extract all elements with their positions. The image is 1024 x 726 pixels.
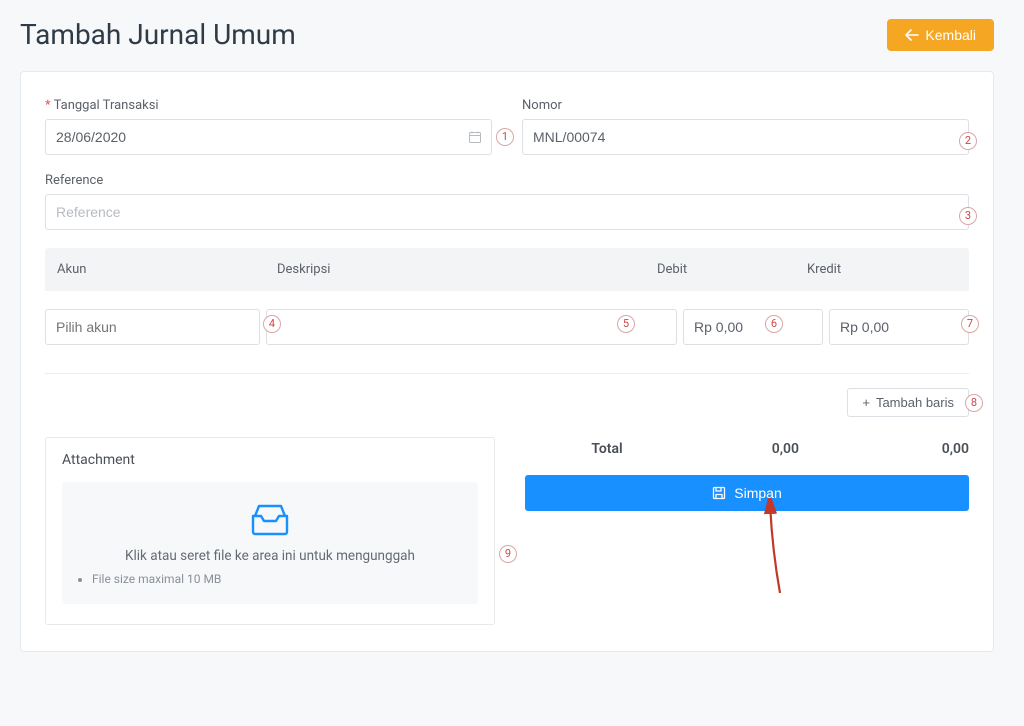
table-row: 4 5 6 7: [45, 291, 969, 363]
nomor-label: Nomor: [522, 98, 969, 113]
deskripsi-input[interactable]: [266, 309, 677, 345]
add-row-label: Tambah baris: [876, 395, 954, 410]
total-kredit: 0,00: [859, 441, 969, 457]
add-row-button[interactable]: + Tambah baris: [847, 388, 969, 417]
attachment-dropzone[interactable]: Klik atau seret file ke area ini untuk m…: [62, 482, 478, 604]
col-kredit-header: Kredit: [807, 262, 957, 277]
header-row: Tambah Jurnal Umum Kembali: [20, 18, 994, 51]
attachment-title: Attachment: [62, 452, 478, 468]
col-debit-header: Debit: [657, 262, 807, 277]
dropzone-text: Klik atau seret file ke area ini untuk m…: [74, 548, 466, 564]
dropzone-note: File size maximal 10 MB: [92, 572, 466, 586]
save-icon: [712, 486, 726, 500]
totals-side: Total 0,00 0,00 Simpan: [525, 437, 969, 625]
col-akun-header: Akun: [57, 262, 277, 277]
save-button-label: Simpan: [734, 485, 781, 501]
page: Tambah Jurnal Umum Kembali Tanggal Trans…: [0, 0, 1024, 726]
tanggal-label: Tanggal Transaksi: [45, 98, 492, 113]
annotation-8: 8: [965, 394, 983, 412]
arrow-left-icon: [905, 29, 919, 41]
nomor-group: Nomor 2: [522, 98, 969, 155]
reference-input[interactable]: [45, 194, 969, 230]
total-debit: 0,00: [689, 441, 799, 457]
back-button[interactable]: Kembali: [887, 19, 994, 51]
save-button[interactable]: Simpan: [525, 475, 969, 511]
kredit-input[interactable]: [829, 309, 969, 345]
totals-row: Total 0,00 0,00: [525, 437, 969, 475]
total-label: Total: [525, 441, 689, 457]
table-header: Akun Deskripsi Debit Kredit: [45, 248, 969, 291]
annotation-2: 2: [959, 132, 977, 150]
annotation-4: 4: [263, 315, 281, 333]
page-title: Tambah Jurnal Umum: [20, 18, 296, 51]
dropzone-note-list: File size maximal 10 MB: [74, 572, 466, 586]
annotation-1: 1: [496, 128, 514, 146]
tanggal-input[interactable]: [45, 119, 492, 155]
col-desk-header: Deskripsi: [277, 262, 657, 277]
annotation-7: 7: [961, 315, 979, 333]
reference-group: Reference 3: [45, 173, 969, 230]
inbox-icon: [74, 502, 466, 538]
back-button-label: Kembali: [925, 27, 976, 43]
tanggal-group: Tanggal Transaksi 1: [45, 98, 492, 155]
divider: [45, 373, 969, 374]
annotation-3: 3: [959, 207, 977, 225]
plus-icon: +: [862, 395, 870, 410]
debit-input[interactable]: [683, 309, 823, 345]
annotation-5: 5: [617, 315, 635, 333]
akun-select[interactable]: [45, 309, 260, 345]
reference-label: Reference: [45, 173, 969, 188]
attachment-card: Attachment Klik atau seret file ke area …: [45, 437, 495, 625]
annotation-6: 6: [765, 315, 783, 333]
attachment-wrap: Attachment Klik atau seret file ke area …: [45, 437, 495, 625]
form-card: Tanggal Transaksi 1 Nomor 2: [20, 71, 994, 652]
annotation-9: 9: [499, 545, 517, 563]
nomor-input[interactable]: [522, 119, 969, 155]
